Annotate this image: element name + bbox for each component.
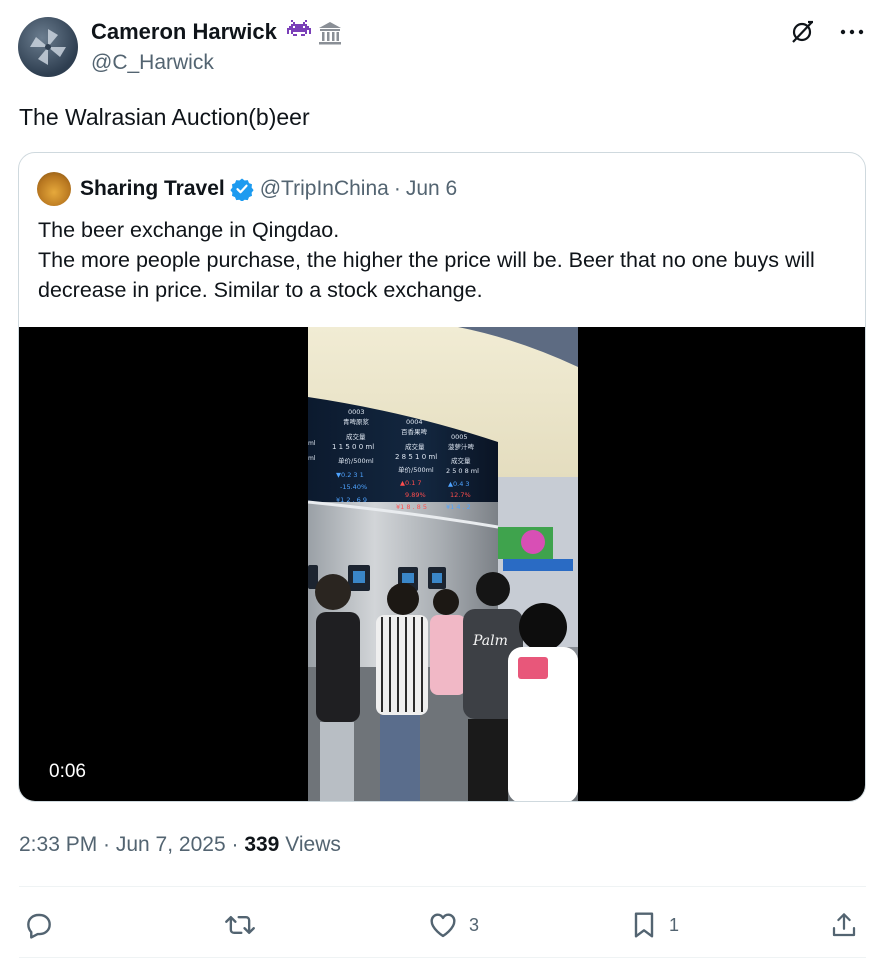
video-timecode: 0:06 [49,761,86,782]
board-percent: 12.7% [450,491,471,499]
repost-button[interactable] [223,905,267,945]
divider [19,957,866,958]
meta-separator: · [231,833,239,856]
board-name: 百香果啤 [401,427,428,436]
board-code: 0003 [348,408,365,416]
repost-icon [225,915,255,935]
board-volume: 2 5 0 8 ml [446,467,479,475]
divider [19,886,866,887]
post-meta: 2:33 PM · Jun 7, 2025 · 339 Views [19,833,341,857]
board-label-volume: 成交量 [346,432,366,441]
board-label-volume: 成交量 [451,456,471,465]
quoted-post[interactable]: Sharing Travel @TripInChina · Jun 6 The … [18,152,866,802]
board-price: ¥1 8 . 8 5 [396,503,427,511]
board-side-label: ml [308,455,316,462]
share-icon [832,913,856,937]
board-percent: -15.40% [340,483,367,491]
like-count: 3 [469,914,480,935]
video-frame[interactable]: 0003 青啤原浆 成交量 1 1 5 0 0 ml 单价/500ml ▼0.2… [308,327,578,801]
board-volume: 1 1 5 0 0 ml [332,443,374,451]
reply-button[interactable] [23,905,65,945]
board-code: 0004 [406,418,423,426]
board-label-price: 单价/500ml [338,456,374,465]
grok-icon[interactable] [788,18,816,46]
verified-badge-icon [230,178,254,201]
author-name[interactable]: Cameron Harwick [91,19,277,45]
board-name: 青啤原浆 [343,417,370,426]
quoted-separator: · [393,177,401,200]
board-volume: 2 8 5 1 0 ml [395,453,437,461]
heart-icon [430,913,456,938]
quoted-date[interactable]: Jun 6 [406,177,457,201]
board-name: 菠萝汁啤 [448,442,475,451]
quoted-author-name[interactable]: Sharing Travel [80,177,225,201]
author-handle[interactable]: @C_Harwick [91,51,214,75]
board-label-price: 单价/500ml [398,465,434,474]
bookmark-count: 1 [669,914,680,935]
board-label-volume: 成交量 [405,442,425,451]
board-change: ▲0.4 3 [448,480,470,488]
quoted-author-avatar[interactable] [37,172,71,206]
alien-monster-icon [285,20,313,51]
quoted-post-header: Sharing Travel @TripInChina · Jun 6 [37,171,457,207]
reply-icon [27,913,51,939]
quoted-author-handle[interactable]: @TripInChina [260,177,389,201]
views-count: 339 [244,833,280,856]
video-player[interactable]: 0003 青啤原浆 成交量 1 1 5 0 0 ml 单价/500ml ▼0.2… [19,327,865,801]
author-avatar[interactable] [18,17,78,77]
like-button[interactable]: 3 [427,905,479,945]
top-actions [788,18,866,46]
quoted-post-text: The beer exchange in Qingdao. The more p… [38,215,853,305]
share-button[interactable] [829,905,869,945]
post-text: The Walrasian Auction(b)eer [19,104,310,130]
board-percent: 9.89% [405,491,426,499]
board-code: 0005 [451,433,468,441]
classical-building-icon [317,20,343,51]
board-change: ▲0.1 7 [400,479,422,487]
quoted-text-line: The more people purchase, the higher the… [38,248,815,272]
author-badges [285,20,343,51]
avatar-image [30,29,66,65]
more-options-icon[interactable] [838,18,866,46]
quoted-text-line: decrease in price. Similar to a stock ex… [38,278,483,302]
board-side-label: ml [308,440,316,447]
board-price: ¥1 2 . 6 9 [336,496,367,504]
bookmark-icon [634,912,654,938]
post-timestamp[interactable]: 2:33 PM · Jun 7, 2025 [19,833,226,856]
board-price: ¥1 4 . 2 [446,503,471,511]
quoted-text-line: The beer exchange in Qingdao. [38,218,340,242]
action-bar: 3 1 [19,905,865,945]
svg-text:Palm: Palm [472,633,508,649]
bookmark-button[interactable]: 1 [629,905,679,945]
board-change: ▼0.2 3 1 [336,471,364,479]
video-thumbnail: 0003 青啤原浆 成交量 1 1 5 0 0 ml 单价/500ml ▼0.2… [308,327,578,801]
views-label: Views [285,833,341,856]
